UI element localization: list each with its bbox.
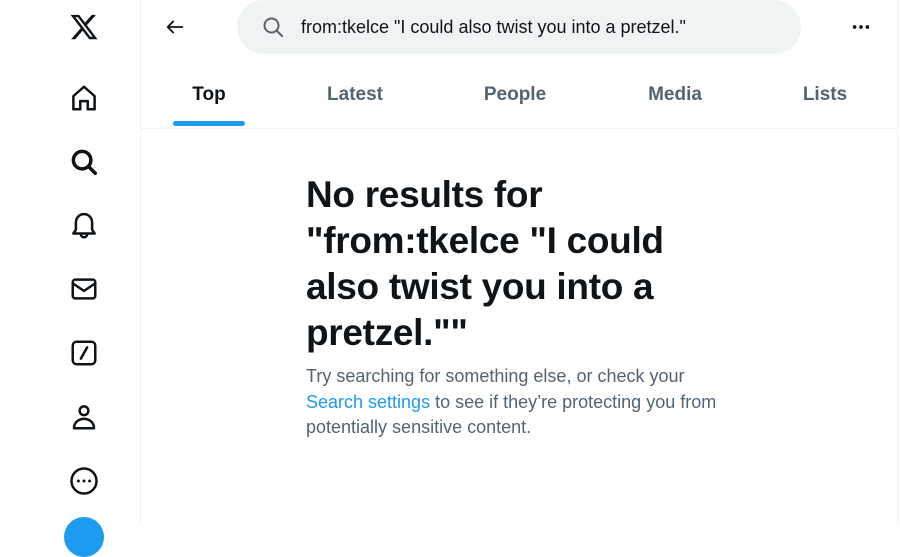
no-results-title: No results for "from:tkelce "I could als… [306,174,664,353]
messages-envelope-icon[interactable] [66,271,102,307]
main-column: Top Latest People Media Lists No results… [141,0,898,524]
tab-media[interactable]: Media [635,62,715,128]
tab-label: Latest [327,84,383,105]
tab-label: Media [648,84,702,105]
explore-search-icon[interactable] [66,144,102,180]
more-options-icon[interactable] [846,14,876,40]
more-circle-icon[interactable] [66,463,102,499]
no-results-message: Try searching for something else, or che… [306,364,736,441]
tab-top[interactable]: Top [173,62,245,128]
message-text: Try searching for something else, or che… [306,366,685,386]
sidebar-nav [0,0,141,557]
post-button[interactable] [64,517,104,557]
profile-person-icon[interactable] [66,399,102,435]
x-logo-icon[interactable] [66,9,102,45]
tab-label: Top [192,84,226,105]
search-settings-link[interactable]: Search settings [306,392,430,412]
tab-lists[interactable]: Lists [795,62,855,128]
grok-slash-icon[interactable] [66,335,102,371]
tab-label: Lists [802,84,848,105]
search-box[interactable] [237,0,801,54]
tab-people[interactable]: People [475,62,555,128]
active-tab-indicator [173,121,245,126]
tab-label: People [483,84,547,105]
search-input[interactable] [299,15,773,39]
back-arrow-icon[interactable] [161,13,189,41]
notifications-bell-icon[interactable] [66,208,102,244]
search-tabs: Top Latest People Media Lists [141,62,897,129]
home-icon[interactable] [66,80,102,116]
search-icon [263,17,283,37]
empty-state: No results for "from:tkelce "I could als… [306,172,746,441]
tab-latest[interactable]: Latest [315,62,395,128]
